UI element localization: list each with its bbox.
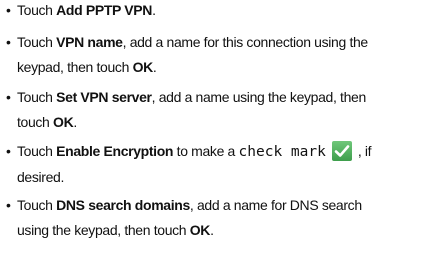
instruction-list: • Touch Add PPTP VPN. • Touch VPN name, … bbox=[0, 0, 421, 268]
step-emphasis: OK bbox=[53, 113, 74, 130]
step-text: , if bbox=[357, 143, 372, 159]
step-emphasis: Add PPTP VPN bbox=[56, 2, 153, 18]
list-item: • Touch VPN name, add a name for this co… bbox=[6, 30, 416, 79]
list-item: • Touch Set VPN server, add a name using… bbox=[6, 85, 416, 134]
step-text: , add a name using the keypad, then bbox=[151, 89, 367, 105]
step-emphasis: DNS search domains bbox=[56, 197, 190, 213]
step-text: . bbox=[73, 113, 77, 130]
bullet: • bbox=[6, 143, 11, 159]
bullet: • bbox=[6, 197, 11, 213]
bullet: • bbox=[6, 34, 11, 50]
green-check-icon bbox=[331, 141, 352, 161]
step-text: desired. bbox=[17, 168, 65, 185]
list-item: • Touch DNS search domains, add a name f… bbox=[6, 193, 416, 242]
step-text: , add a name for DNS search bbox=[189, 197, 362, 213]
step-text: , add a name for this connection using t… bbox=[122, 34, 369, 50]
list-item: • Touch Enable Encryption to make a chec… bbox=[6, 139, 416, 189]
step-text: . bbox=[210, 221, 214, 238]
step-emphasis: OK bbox=[189, 221, 211, 238]
step-emphasis: Enable Encryption bbox=[56, 143, 174, 159]
list-item: • Touch Add PPTP VPN. bbox=[6, 0, 416, 23]
step-emphasis: Set VPN server bbox=[56, 89, 152, 105]
step-text: . bbox=[152, 58, 157, 75]
check-mark-label: check mark bbox=[238, 144, 326, 160]
step-text: keypad, then touch bbox=[17, 58, 133, 75]
step-text: . bbox=[152, 2, 156, 18]
step-emphasis: VPN name bbox=[56, 34, 123, 50]
step-text: Touch bbox=[17, 2, 57, 18]
step-text: Touch bbox=[17, 143, 57, 159]
bullet: • bbox=[6, 2, 11, 18]
step-text: Touch bbox=[17, 197, 57, 213]
step-text: Touch bbox=[17, 34, 57, 50]
step-text: touch bbox=[17, 113, 54, 130]
step-text: Touch bbox=[17, 89, 57, 105]
step-emphasis: OK bbox=[132, 58, 154, 75]
step-text: to make a bbox=[173, 143, 239, 159]
step-text: using the keypad, then touch bbox=[17, 221, 190, 238]
bullet: • bbox=[6, 89, 11, 105]
